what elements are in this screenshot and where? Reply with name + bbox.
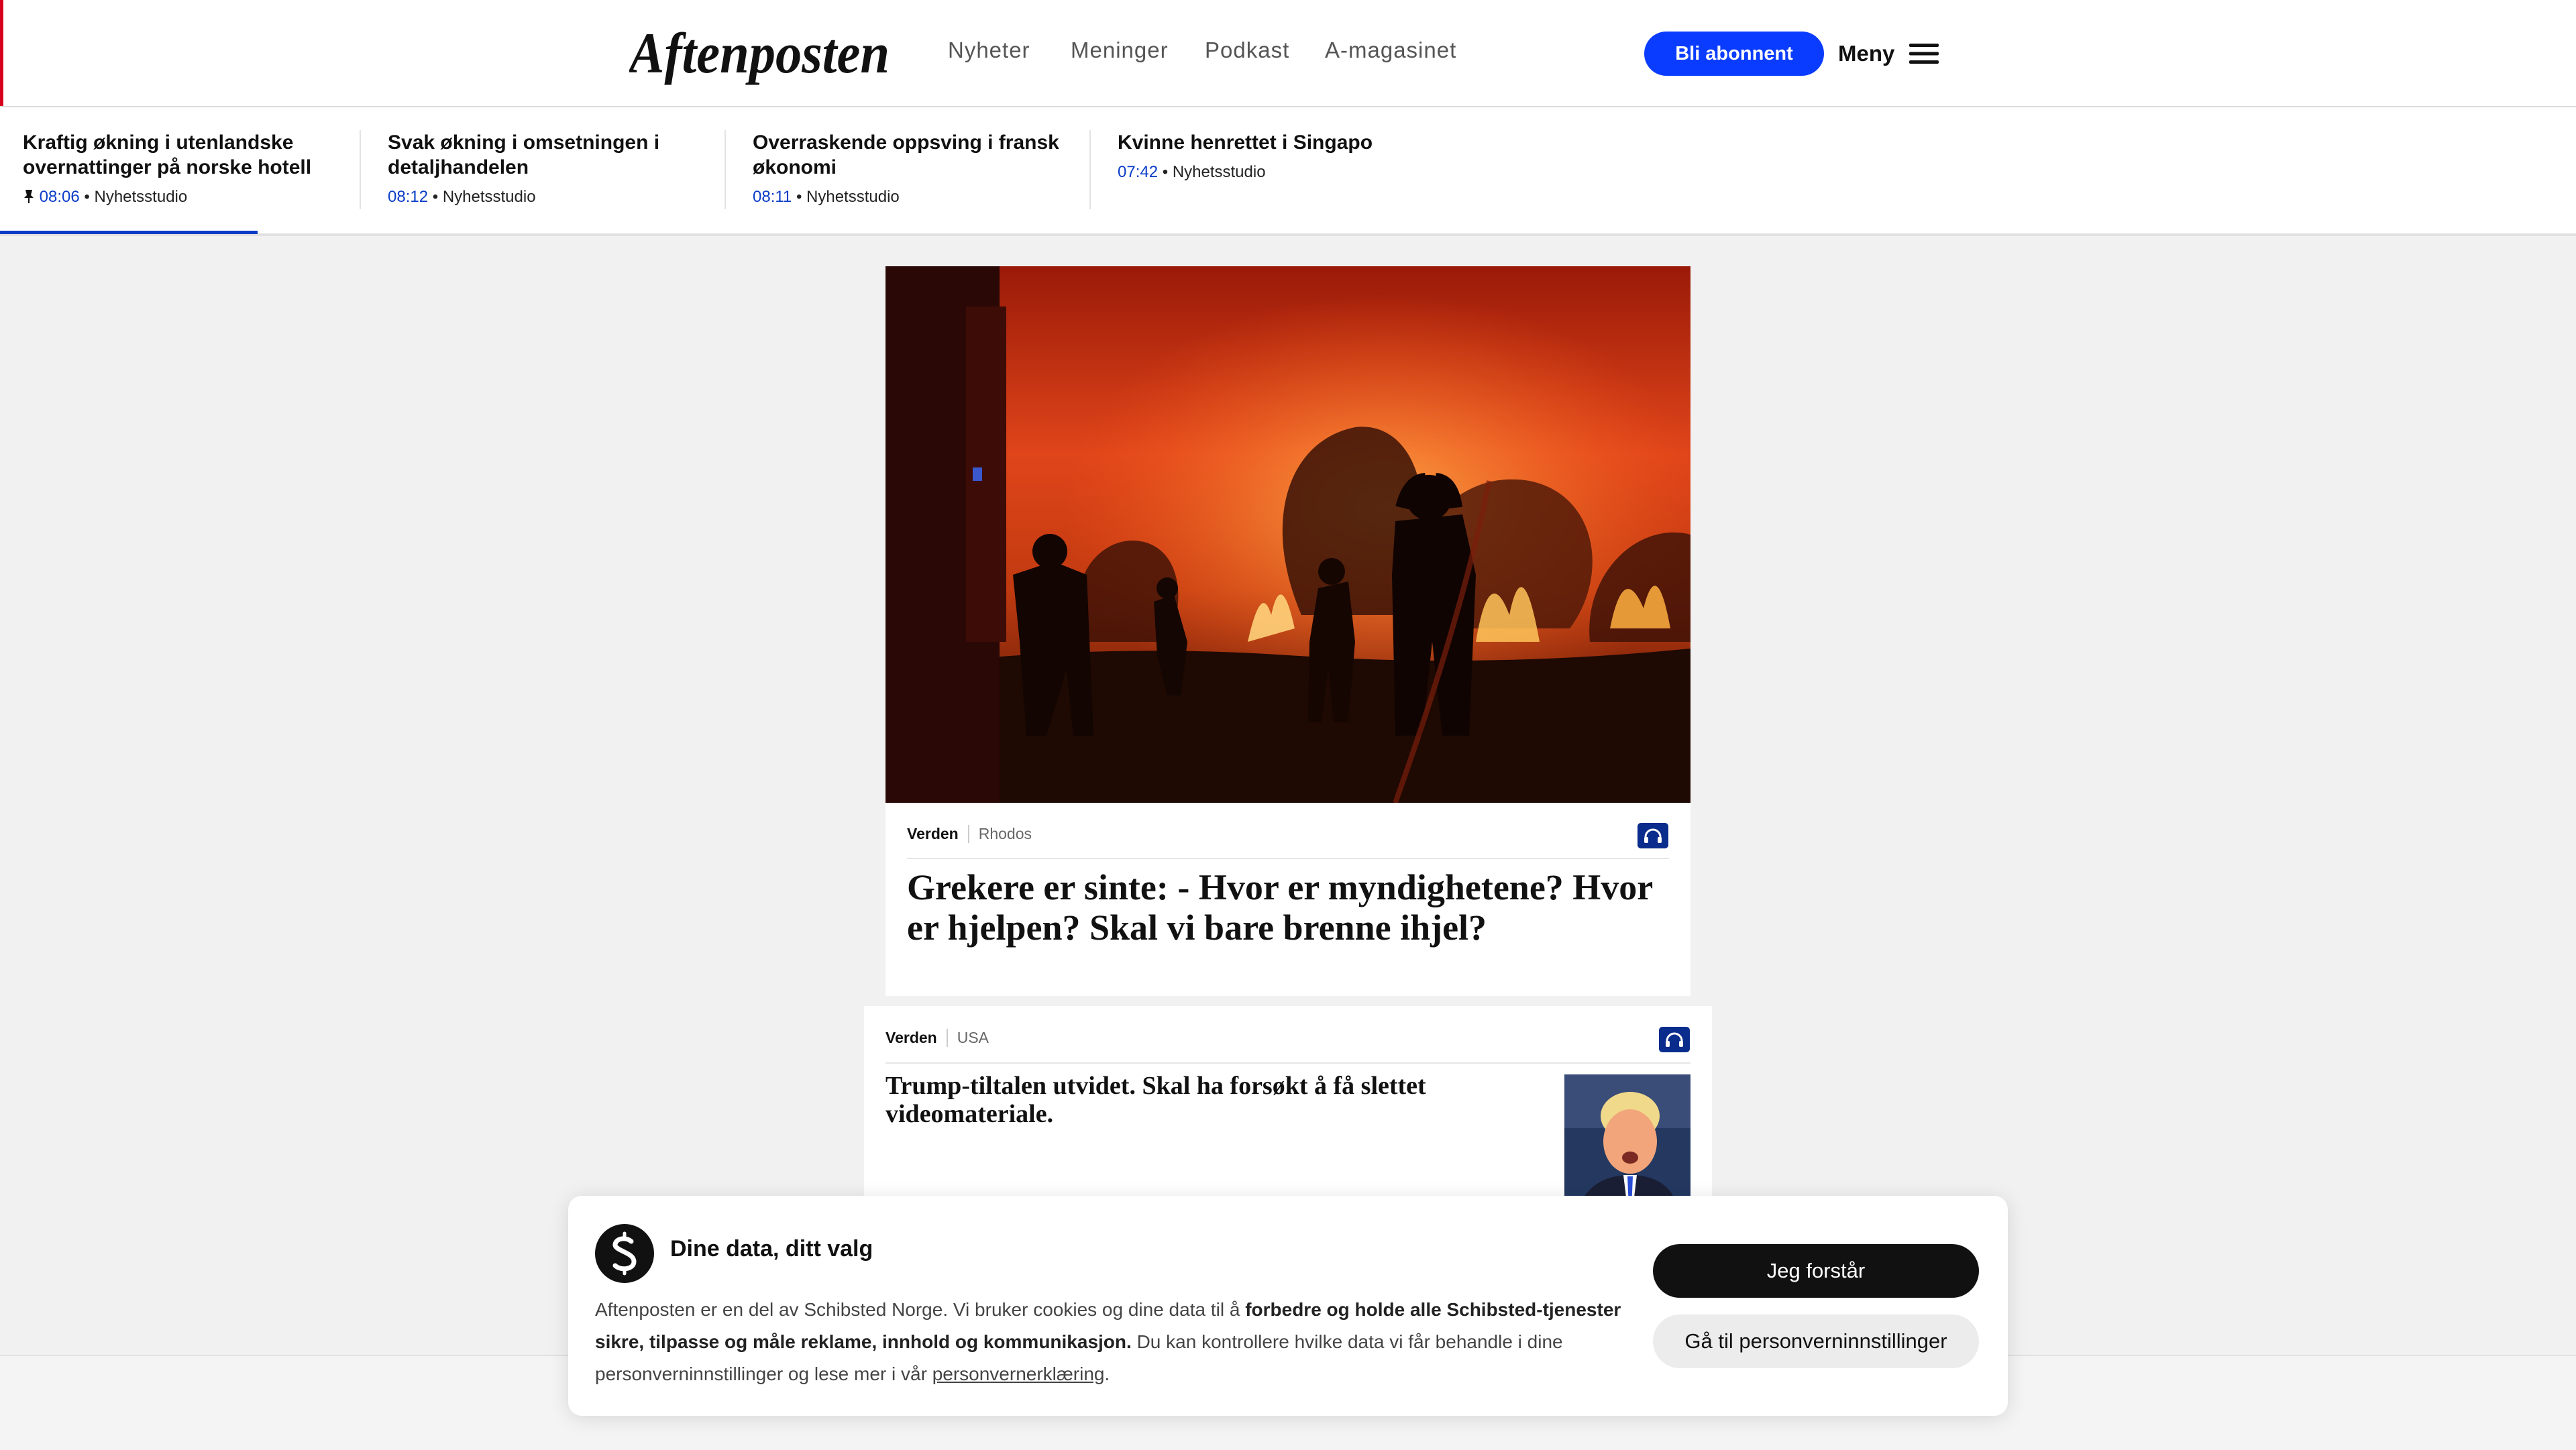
ticker-item-title: Svak økning i omsetningen i detaljhandel… [388,131,660,178]
article-tag-row: Verden Rhodos [907,825,1645,843]
ticker-item-time: 08:12 [388,188,429,206]
headphones-icon[interactable] [1638,823,1668,848]
trump-photo[interactable] [1564,1074,1690,1209]
news-ticker: Kraftig økning i utenlandske overnatting… [0,107,2576,236]
hamburger-icon [1909,44,1939,64]
nav-nyheter[interactable]: Nyheter [948,38,1030,63]
section-tag[interactable]: Verden [885,1029,948,1047]
ticker-item-meta: 08:11 • Nyhetsstudio [753,188,1061,207]
second-headline[interactable]: Trump-tiltalen utvidet. Skal ha forsøkt … [885,1072,1476,1128]
ticker-item-time: 07:42 [1118,163,1159,181]
schibsted-s-glyph [612,1231,637,1276]
nav-meninger[interactable]: Meninger [1071,38,1169,63]
privacy-policy-link[interactable]: personvernerklæring [932,1363,1105,1384]
accept-button[interactable]: Jeg forstår [1653,1244,1979,1298]
portrait-illustration [1564,1074,1690,1209]
ticker-bullet: • [432,188,439,206]
main-headline[interactable]: Grekere er sinte: - Hvor er myndighetene… [907,867,1658,948]
ticker-divider [1089,130,1091,209]
ticker-bullet: • [796,188,802,206]
tag-divider [907,858,1669,859]
consent-dialog: Dine data, ditt valg Aftenposten er en d… [568,1196,2008,1416]
schibsted-logo-icon [595,1224,654,1283]
privacy-settings-button[interactable]: Gå til personverninnstillinger [1653,1315,1979,1368]
site-header: Aftenposten Nyheter Meninger Podkast A-m… [0,0,2576,107]
consent-body-end: . [1104,1363,1110,1384]
ticker-item[interactable]: Overraskende oppsving i fransk økonomi 0… [753,130,1061,217]
ticker-item-meta: 08:06 • Nyhetsstudio [23,188,338,207]
aftenposten-logo[interactable]: Aftenposten [626,17,891,90]
ticker-bullet: • [1162,163,1169,181]
ticker-item-title: Kvinne henrettet i Singapo [1118,131,1373,154]
consent-title: Dine data, ditt valg [670,1236,873,1262]
ticker-item-time: 08:11 [753,188,792,206]
ticker-item[interactable]: Svak økning i omsetningen i detaljhandel… [388,130,683,217]
ticker-item-title: Kraftig økning i utenlandske overnatting… [23,131,312,178]
ticker-item[interactable]: Kvinne henrettet i Singapo 07:42 • Nyhet… [1118,130,1426,217]
ticker-item-source: Nyhetsstudio [1172,163,1266,181]
article-tag-row: Verden USA [885,1029,1556,1047]
consent-body-text: Aftenposten er en del av Schibsted Norge… [595,1299,1246,1320]
menu-label: Meny [1838,41,1895,66]
ticker-item-title: Overraskende oppsving i fransk økonomi [753,131,1059,178]
ticker-divider [360,130,361,209]
subtag: USA [957,1029,989,1046]
tag-divider [885,1062,1690,1064]
logo-text: Aftenposten [629,21,890,85]
ticker-item-source: Nyhetsstudio [442,188,536,206]
menu-button[interactable]: Meny [1838,32,1952,76]
headphones-icon[interactable] [1659,1027,1690,1052]
ticker-item-source: Nyhetsstudio [94,188,188,206]
ticker-item-source: Nyhetsstudio [806,188,900,206]
consent-body: Aftenposten er en del av Schibsted Norge… [595,1294,1642,1390]
ticker-item-meta: 08:12 • Nyhetsstudio [388,188,683,207]
ticker-item[interactable]: Kraftig økning i utenlandske overnatting… [23,130,338,217]
ticker-divider [724,130,726,209]
subtag: Rhodos [978,825,1032,842]
ticker-bullet: • [84,188,90,206]
logo-wordmark: Aftenposten [626,21,890,85]
wildfire-photo[interactable] [885,266,1690,803]
ticker-progress-bar [0,231,258,234]
nav-a-magasinet[interactable]: A-magasinet [1325,38,1456,63]
ticker-item-meta: 07:42 • Nyhetsstudio [1118,163,1426,182]
subscribe-button[interactable]: Bli abonnent [1644,32,1824,76]
ticker-item-time: 08:06 [39,188,80,206]
section-tag[interactable]: Verden [907,825,969,843]
main-article-card[interactable]: Verden Rhodos Grekere er sinte: - Hvor e… [885,266,1690,996]
brand-edge-stripe [0,0,3,106]
hero-image-illustration [885,266,1690,803]
pin-icon [24,190,34,203]
nav-podkast[interactable]: Podkast [1205,38,1289,63]
